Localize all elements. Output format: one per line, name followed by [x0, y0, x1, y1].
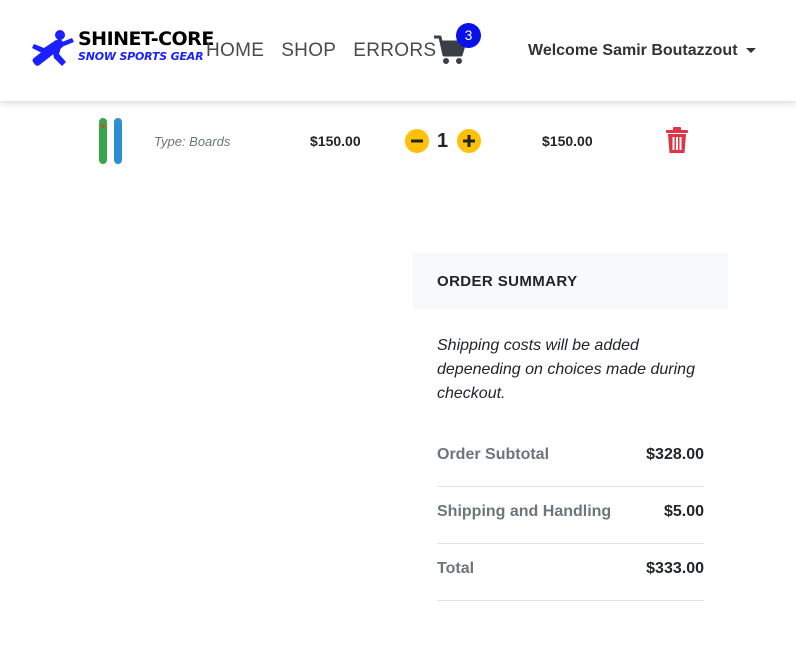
item-total: $150.00	[542, 133, 593, 149]
brand-logo[interactable]: SHINET-CORE SNOW SPORTS GEAR	[26, 26, 214, 78]
quantity-value: 1	[437, 130, 449, 152]
welcome-text: Welcome Samir Boutazzout	[528, 42, 738, 59]
brand-subtitle: SNOW SPORTS GEAR	[78, 50, 204, 63]
summary-label: Total	[437, 560, 475, 577]
nav-link-errors[interactable]: ERRORS	[353, 40, 436, 62]
summary-row-shipping: Shipping and Handling $5.00	[437, 487, 704, 544]
order-summary-header: ORDER SUMMARY	[413, 253, 728, 309]
order-summary-title: ORDER SUMMARY	[437, 273, 578, 290]
summary-row-subtotal: Order Subtotal $328.00	[437, 430, 704, 487]
summary-value: $328.00	[646, 446, 704, 463]
summary-value: $5.00	[663, 503, 704, 520]
summary-label: Shipping and Handling	[437, 503, 612, 520]
snowboard-icon	[99, 118, 122, 164]
summary-label: Order Subtotal	[437, 446, 550, 463]
cart-item-row: Type: Boards $150.00 1 $150.00	[0, 110, 796, 170]
plus-circle-icon[interactable]	[457, 129, 481, 153]
cart-count-badge: 3	[456, 23, 481, 48]
item-type: Type: Boards	[154, 134, 231, 149]
nav-links: HOME SHOP ERRORS	[206, 40, 453, 62]
user-menu-toggle[interactable]: Welcome Samir Boutazzout	[528, 42, 756, 60]
snowboarder-icon	[32, 30, 74, 66]
summary-value: $333.00	[646, 560, 704, 577]
minus-circle-icon[interactable]	[405, 129, 429, 153]
trash-icon[interactable]	[665, 127, 689, 154]
item-price: $150.00	[310, 133, 361, 149]
summary-row-total: Total $333.00	[437, 544, 704, 601]
nav-link-home[interactable]: HOME	[206, 40, 264, 62]
caret-down-icon	[745, 48, 756, 54]
brand-title: SHINET-CORE	[78, 28, 214, 50]
navbar: SHINET-CORE SNOW SPORTS GEAR HOME SHOP E…	[0, 0, 796, 102]
nav-link-shop[interactable]: SHOP	[281, 40, 336, 62]
shipping-note: Shipping costs will be added depeneding …	[437, 337, 695, 402]
